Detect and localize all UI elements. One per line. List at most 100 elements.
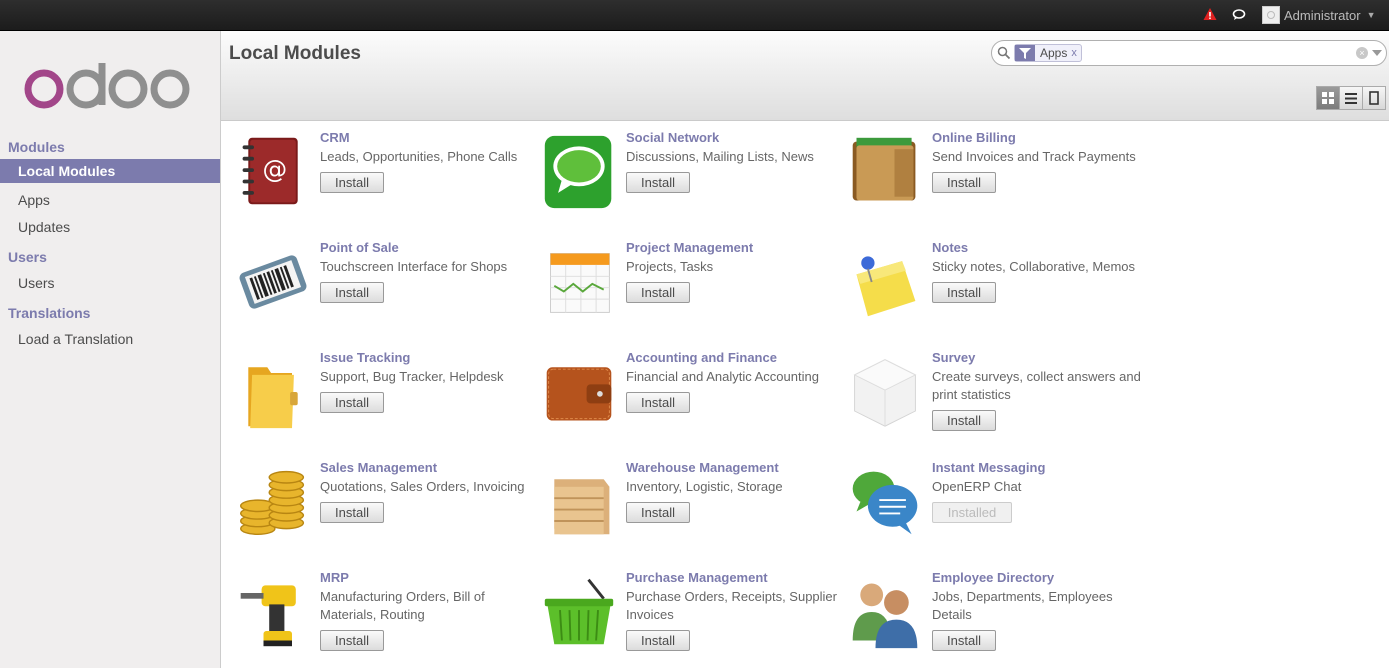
barcode-scanner-icon[interactable] [235, 242, 311, 322]
module-name[interactable]: Social Network [626, 130, 719, 145]
speech-bubble-icon[interactable] [541, 132, 617, 212]
sidebar-section-modules: Modules [8, 139, 65, 155]
module-card[interactable]: Project Management Projects, Tasks Install [541, 240, 841, 340]
module-card[interactable]: Survey Create surveys, collect answers an… [847, 350, 1147, 450]
calendar-icon[interactable] [541, 242, 617, 322]
clear-search-icon[interactable]: × [1356, 47, 1368, 59]
install-button[interactable]: Install [626, 630, 690, 651]
sticky-note-icon[interactable] [847, 242, 923, 322]
facet-remove-icon[interactable]: x [1071, 45, 1081, 61]
module-description: Support, Bug Tracker, Helpdesk [320, 369, 504, 384]
install-button[interactable]: Install [320, 172, 384, 193]
basket-icon[interactable] [541, 572, 617, 652]
module-name[interactable]: Project Management [626, 240, 753, 255]
folder-icon[interactable] [235, 352, 311, 432]
module-name[interactable]: CRM [320, 130, 350, 145]
install-button[interactable]: Install [626, 502, 690, 523]
form-icon [1369, 91, 1379, 105]
module-card[interactable]: Point of Sale Touchscreen Interface for S… [235, 240, 535, 340]
module-card[interactable]: Notes Sticky notes, Collaborative, Memos I… [847, 240, 1147, 340]
module-description: Send Invoices and Track Payments [932, 149, 1136, 164]
search-box[interactable]: Apps x × [991, 40, 1387, 66]
module-card[interactable]: Sales Management Quotations, Sales Orders… [235, 460, 535, 560]
search-options-dropdown[interactable] [1372, 50, 1382, 56]
module-card[interactable]: Purchase Management Purchase Orders, Rece… [541, 570, 841, 670]
module-card[interactable]: MRP Manufacturing Orders, Bill of Materia… [235, 570, 535, 670]
people-icon[interactable] [847, 572, 923, 652]
sidebar-item-users[interactable]: Users [0, 271, 220, 295]
module-card[interactable]: Social Network Discussions, Mailing Lists… [541, 130, 841, 230]
module-card[interactable]: Online Billing Send Invoices and Track Pa… [847, 130, 1147, 230]
coins-icon[interactable] [235, 462, 311, 542]
install-button[interactable]: Install [626, 282, 690, 303]
module-description: Manufacturing Orders, Bill of Materials,… [320, 589, 485, 622]
module-card[interactable]: Warehouse Management Inventory, Logistic,… [541, 460, 841, 560]
chevron-down-icon: ▼ [1366, 10, 1376, 20]
install-button[interactable]: Install [932, 282, 996, 303]
facet-label: Apps [1040, 46, 1068, 60]
module-name[interactable]: Point of Sale [320, 240, 399, 255]
odoo-logo[interactable] [24, 61, 194, 111]
drill-icon[interactable] [235, 572, 311, 652]
module-name[interactable]: Accounting and Finance [626, 350, 777, 365]
module-card[interactable]: Instant Messaging OpenERP Chat Installed [847, 460, 1147, 560]
avatar [1262, 6, 1280, 24]
module-name[interactable]: Sales Management [320, 460, 437, 475]
list-icon [1345, 92, 1357, 104]
leather-wallet-icon[interactable] [541, 352, 617, 432]
user-name: Administrator [1284, 7, 1361, 23]
module-description: Discussions, Mailing Lists, News [626, 149, 814, 164]
warning-icon[interactable] [1203, 7, 1217, 21]
module-name[interactable]: Employee Directory [932, 570, 1054, 585]
chat-bubbles-icon[interactable] [847, 462, 923, 542]
install-button[interactable]: Install [626, 392, 690, 413]
chat-icon[interactable] [1232, 8, 1246, 21]
sidebar-item-apps[interactable]: Apps [0, 188, 220, 212]
address-book-icon[interactable]: @ [235, 132, 311, 212]
install-button[interactable]: Install [320, 392, 384, 413]
page-title: Local Modules [229, 43, 361, 64]
filter-icon [1015, 45, 1035, 61]
sidebar-item-updates[interactable]: Updates [0, 215, 220, 239]
module-name[interactable]: Issue Tracking [320, 350, 410, 365]
search-facet[interactable]: Apps x [1014, 44, 1082, 62]
module-card[interactable]: Issue Tracking Support, Bug Tracker, Help… [235, 350, 535, 450]
module-name[interactable]: MRP [320, 570, 349, 585]
install-button[interactable]: Install [932, 630, 996, 651]
module-description: Financial and Analytic Accounting [626, 369, 819, 384]
sidebar-section-translations: Translations [8, 305, 91, 321]
module-card[interactable]: @ CRM Leads, Opportunities, Phone Calls Ins… [235, 130, 535, 230]
module-card[interactable]: Employee Directory Jobs, Departments, Emp… [847, 570, 1147, 670]
module-description: Leads, Opportunities, Phone Calls [320, 149, 518, 164]
install-button[interactable]: Install [320, 630, 384, 651]
module-name[interactable]: Purchase Management [626, 570, 768, 585]
form-view-button[interactable] [1362, 86, 1386, 110]
module-description: Touchscreen Interface for Shops [320, 259, 508, 274]
module-name[interactable]: Instant Messaging [932, 460, 1045, 475]
list-view-button[interactable] [1339, 86, 1363, 110]
module-description: Jobs, Departments, Employees Details [932, 589, 1113, 622]
sidebar-item-load-translation[interactable]: Load a Translation [0, 327, 220, 351]
view-header: Local Modules Apps x × [221, 31, 1389, 121]
module-card[interactable]: Accounting and Finance Financial and Anal… [541, 350, 841, 450]
wallet-icon[interactable] [847, 132, 923, 212]
module-description: OpenERP Chat [932, 479, 1022, 494]
install-button[interactable]: Install [320, 502, 384, 523]
install-button[interactable]: Install [932, 410, 996, 431]
module-name[interactable]: Notes [932, 240, 968, 255]
kanban-view-button[interactable] [1316, 86, 1340, 110]
install-button[interactable]: Install [320, 282, 384, 303]
module-name[interactable]: Survey [932, 350, 975, 365]
module-description: Inventory, Logistic, Storage [626, 479, 783, 494]
module-name[interactable]: Online Billing [932, 130, 1016, 145]
grid-icon [1322, 92, 1334, 104]
svg-text:@: @ [263, 155, 288, 184]
crate-icon[interactable] [541, 462, 617, 542]
user-menu[interactable]: Administrator ▼ [1262, 6, 1376, 24]
install-button[interactable]: Install [932, 172, 996, 193]
cube-icon[interactable] [847, 352, 923, 432]
installed-button: Installed [932, 502, 1012, 523]
module-name[interactable]: Warehouse Management [626, 460, 779, 475]
sidebar-item-local-modules[interactable]: Local Modules [0, 159, 220, 183]
install-button[interactable]: Install [626, 172, 690, 193]
